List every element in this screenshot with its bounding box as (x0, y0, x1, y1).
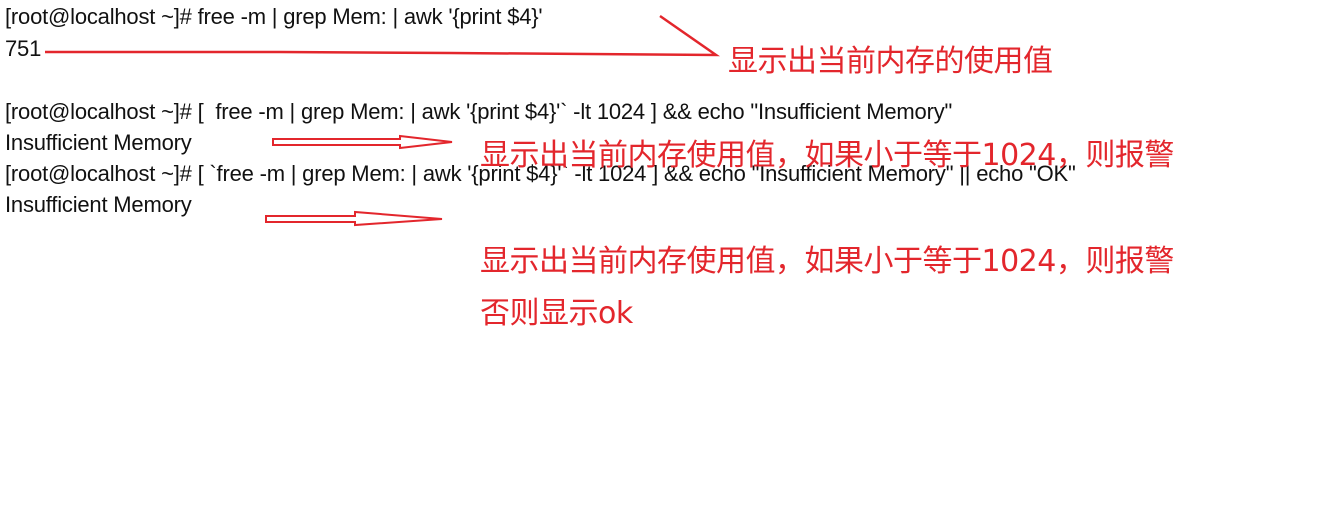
annotation-alert-rule-ok: 显示出当前内存使用值，如果小于等于1024，则报警 (480, 244, 1174, 279)
annotation-else-ok: 否则显示ok (480, 296, 633, 331)
annotation-memory-value: 显示出当前内存的使用值 (728, 44, 1053, 79)
arrow-3 (265, 210, 443, 227)
annotation-alert-rule: 显示出当前内存使用值，如果小于等于1024，则报警 (480, 138, 1174, 173)
arrow-1 (45, 14, 721, 57)
arrow-2 (272, 134, 453, 150)
